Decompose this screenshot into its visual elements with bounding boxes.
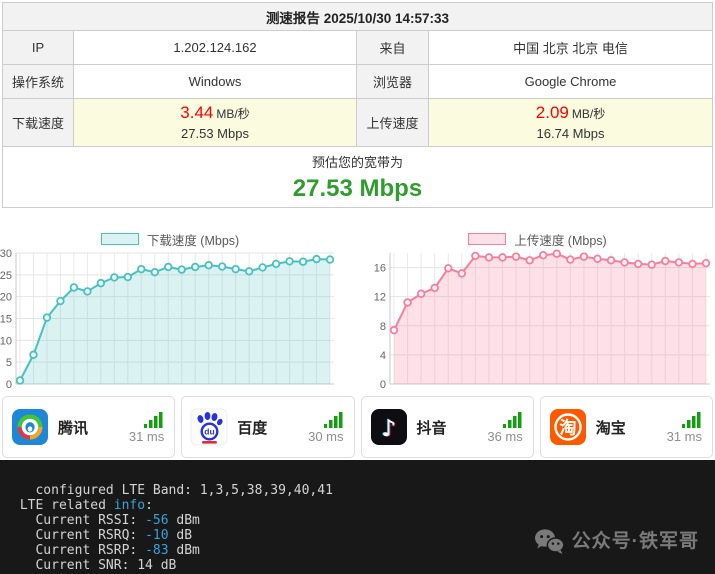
ping-latency: 30 ms	[308, 430, 343, 443]
download-mbs-number: 3.44	[180, 103, 213, 122]
tencent-icon	[11, 408, 49, 446]
svg-text:4: 4	[380, 350, 386, 362]
ping-card-tencent: 腾讯 31 ms	[2, 396, 175, 458]
terminal-text-segment: -10	[145, 528, 168, 543]
terminal-output[interactable]: configured LTE Band: 1,3,5,38,39,40,41 L…	[0, 460, 715, 574]
terminal-text-segment: :	[145, 498, 153, 513]
terminal-text-segment: configured LTE Band: 1,3,5,38,39,40,41	[12, 483, 333, 498]
svg-text:淘: 淘	[559, 418, 576, 438]
terminal-text-segment: -56	[145, 513, 168, 528]
upload-mbs-unit: MB/秒	[572, 107, 605, 121]
terminal-line: LTE related info:	[12, 498, 715, 513]
table-row-ip: IP 1.202.124.162 来自 中国 北京 北京 电信	[3, 31, 712, 65]
watermark-text: 公众号·铁军哥	[572, 534, 699, 549]
download-speed-chart: 0 5 10 15 20 25 30	[0, 248, 340, 388]
ping-result: 36 ms	[487, 411, 522, 443]
upload-mbs: 2.09MB/秒	[536, 102, 605, 125]
taobao-icon: 淘	[549, 408, 587, 446]
speedtest-report-page: 测速报告 2025/10/30 14:57:33 IP 1.202.124.16…	[0, 0, 715, 574]
terminal-text-segment: dB	[169, 528, 192, 543]
upload-mbs-number: 2.09	[536, 103, 569, 122]
upload-mbps: 16.74 Mbps	[537, 125, 605, 143]
browser-label: 浏览器	[356, 65, 428, 98]
terminal-text-segment: info	[114, 498, 145, 513]
from-value: 中国 北京 北京 电信	[428, 31, 712, 64]
ping-latency: 31 ms	[129, 430, 164, 443]
watermark: 公众号·铁军哥	[534, 528, 699, 555]
ping-card-name: 腾讯	[58, 417, 88, 438]
ping-result: 31 ms	[129, 411, 164, 443]
ping-result: 30 ms	[308, 411, 343, 443]
from-label: 来自	[356, 31, 428, 64]
estimate-value: 27.53 Mbps	[293, 175, 422, 203]
signal-bars-icon	[682, 411, 702, 429]
terminal-line: Current SNR: 14 dB	[12, 558, 715, 573]
download-mbs: 3.44MB/秒	[180, 102, 249, 125]
svg-text:12: 12	[374, 292, 386, 304]
terminal-text-segment: dBm	[169, 543, 200, 558]
terminal-text-segment: -83	[145, 543, 168, 558]
terminal-text-segment: Current SNR: 14 dB	[12, 558, 176, 573]
ping-card-baidu: du 百度 30 ms	[181, 396, 354, 458]
estimate-label: 预估您的宽带为	[312, 152, 403, 171]
terminal-text-segment: Current RSSI:	[12, 513, 145, 528]
upload-chart-legend: 上传速度 (Mbps)	[360, 231, 715, 247]
download-legend-swatch	[101, 233, 139, 245]
terminal-line: Current RSSI: -56 dBm	[12, 513, 715, 528]
ping-card-name: 抖音	[417, 417, 447, 438]
svg-text:20: 20	[0, 292, 12, 304]
report-table: 测速报告 2025/10/30 14:57:33 IP 1.202.124.16…	[2, 2, 713, 208]
upload-label: 上传速度	[356, 99, 428, 146]
svg-text:8: 8	[380, 321, 386, 333]
bandwidth-estimate: 预估您的宽带为 27.53 Mbps	[3, 147, 712, 208]
os-label: 操作系统	[3, 65, 73, 98]
ping-latency: 36 ms	[487, 430, 522, 443]
table-row-speed: 下载速度 3.44MB/秒 27.53 Mbps 上传速度 2.09MB/秒 1…	[3, 99, 712, 147]
ping-card-taobao: 淘 淘宝 31 ms	[540, 396, 713, 458]
terminal-text-segment: dBm	[169, 513, 200, 528]
download-mbs-unit: MB/秒	[216, 107, 249, 121]
ping-result: 31 ms	[667, 411, 702, 443]
download-chart-legend: 下载速度 (Mbps)	[0, 231, 340, 247]
ping-latency: 31 ms	[667, 430, 702, 443]
ping-cards-row: 腾讯 31 ms du	[2, 396, 713, 458]
ping-card-douyin: ♪ ♪ ♪ 抖音 36 ms	[361, 396, 534, 458]
download-legend-label: 下载速度 (Mbps)	[147, 230, 239, 249]
download-label: 下载速度	[3, 99, 73, 146]
ping-card-name: 百度	[237, 417, 267, 438]
ip-value: 1.202.124.162	[73, 31, 356, 64]
ip-label: IP	[3, 31, 73, 64]
upload-speed-chart: 0 4 8 12 16	[360, 248, 715, 388]
upload-legend-label: 上传速度 (Mbps)	[514, 230, 606, 249]
terminal-text-segment: Current RSRQ:	[12, 528, 145, 543]
svg-text:10: 10	[0, 335, 12, 347]
download-value-cell: 3.44MB/秒 27.53 Mbps	[73, 99, 356, 146]
os-value: Windows	[73, 65, 356, 98]
svg-text:♪: ♪	[381, 416, 396, 442]
download-mbps: 27.53 Mbps	[181, 125, 249, 143]
svg-text:du: du	[205, 427, 215, 437]
signal-bars-icon	[503, 411, 523, 429]
signal-bars-icon	[144, 411, 164, 429]
terminal-text-segment: LTE related	[12, 498, 114, 513]
upload-legend-swatch	[468, 233, 506, 245]
baidu-icon: du	[190, 408, 228, 446]
svg-text:0: 0	[380, 379, 386, 388]
svg-text:5: 5	[6, 357, 12, 369]
signal-bars-icon	[324, 411, 344, 429]
wechat-icon	[534, 528, 564, 555]
svg-text:30: 30	[0, 248, 12, 260]
report-title: 测速报告 2025/10/30 14:57:33	[3, 3, 712, 31]
douyin-icon: ♪ ♪ ♪	[370, 408, 408, 446]
upload-value-cell: 2.09MB/秒 16.74 Mbps	[428, 99, 712, 146]
table-row-os: 操作系统 Windows 浏览器 Google Chrome	[3, 65, 712, 99]
svg-text:0: 0	[6, 379, 12, 388]
svg-text:15: 15	[0, 314, 12, 326]
svg-text:25: 25	[0, 270, 12, 282]
browser-value: Google Chrome	[428, 65, 712, 98]
ping-card-name: 淘宝	[596, 417, 626, 438]
svg-text:16: 16	[374, 263, 386, 275]
terminal-line: configured LTE Band: 1,3,5,38,39,40,41	[12, 483, 715, 498]
terminal-text-segment: Current RSRP:	[12, 543, 145, 558]
